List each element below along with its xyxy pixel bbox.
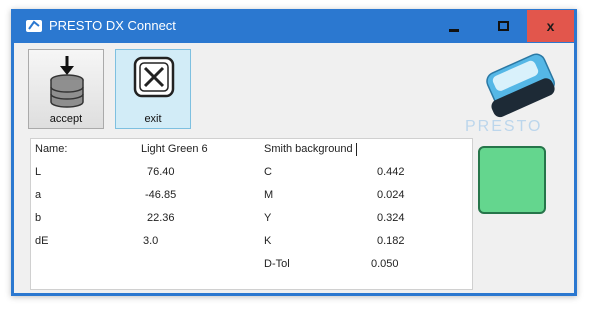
- cmyk-label-m: M: [264, 189, 274, 201]
- lab-label-b: b: [35, 212, 42, 224]
- exit-label: exit: [144, 113, 162, 125]
- d-tol-value: 0.050: [371, 258, 399, 270]
- sample-name-input[interactable]: [264, 141, 360, 157]
- maximize-button[interactable]: [480, 10, 526, 42]
- cmyk-value-c: 0.442: [377, 166, 405, 178]
- lab-value-l: 76.40: [147, 166, 175, 178]
- d-tol-label: D-Tol: [264, 258, 290, 270]
- close-box-icon: [133, 56, 175, 98]
- app-icon: [26, 20, 42, 32]
- color-swatch: [478, 146, 546, 214]
- window-title: PRESTO DX Connect: [49, 18, 176, 33]
- measurement-panel: Name: Light Green 6 L 76.40 a -46.85 b 2…: [30, 138, 473, 290]
- name-value: Light Green 6: [141, 143, 208, 155]
- minimize-icon: [449, 28, 459, 32]
- client-area: accept exit PRESTO Name: Light Green 6 S…: [14, 43, 574, 293]
- cmyk-label-k: K: [264, 235, 272, 247]
- cmyk-label-c: C: [264, 166, 272, 178]
- cmyk-value-k: 0.182: [377, 235, 405, 247]
- lab-value-b: 22.36: [147, 212, 175, 224]
- lab-label-l: L: [35, 166, 42, 178]
- lab-label-de: dE: [35, 235, 49, 247]
- close-button[interactable]: x: [527, 10, 574, 42]
- lab-label-a: a: [35, 189, 42, 201]
- text-cursor: [356, 143, 357, 156]
- minimize-button[interactable]: [431, 10, 477, 42]
- name-label: Name:: [35, 143, 68, 155]
- cmyk-value-y: 0.324: [377, 212, 405, 224]
- title-bar[interactable]: PRESTO DX Connect x: [11, 9, 577, 43]
- maximize-icon: [497, 21, 509, 31]
- presto-logo: PRESTO: [465, 53, 555, 135]
- svg-text:PRESTO: PRESTO: [465, 118, 543, 135]
- cmyk-value-m: 0.024: [377, 189, 405, 201]
- accept-button[interactable]: accept: [28, 49, 104, 129]
- app-window: PRESTO DX Connect x accept exit PRESTO N…: [11, 9, 577, 296]
- cmyk-label-y: Y: [264, 212, 272, 224]
- lab-value-de: 3.0: [143, 235, 159, 247]
- lab-value-a: -46.85: [145, 189, 177, 201]
- close-icon: x: [546, 18, 555, 34]
- accept-label: accept: [49, 113, 83, 125]
- database-download-icon: [50, 56, 84, 108]
- exit-button[interactable]: exit: [115, 49, 191, 129]
